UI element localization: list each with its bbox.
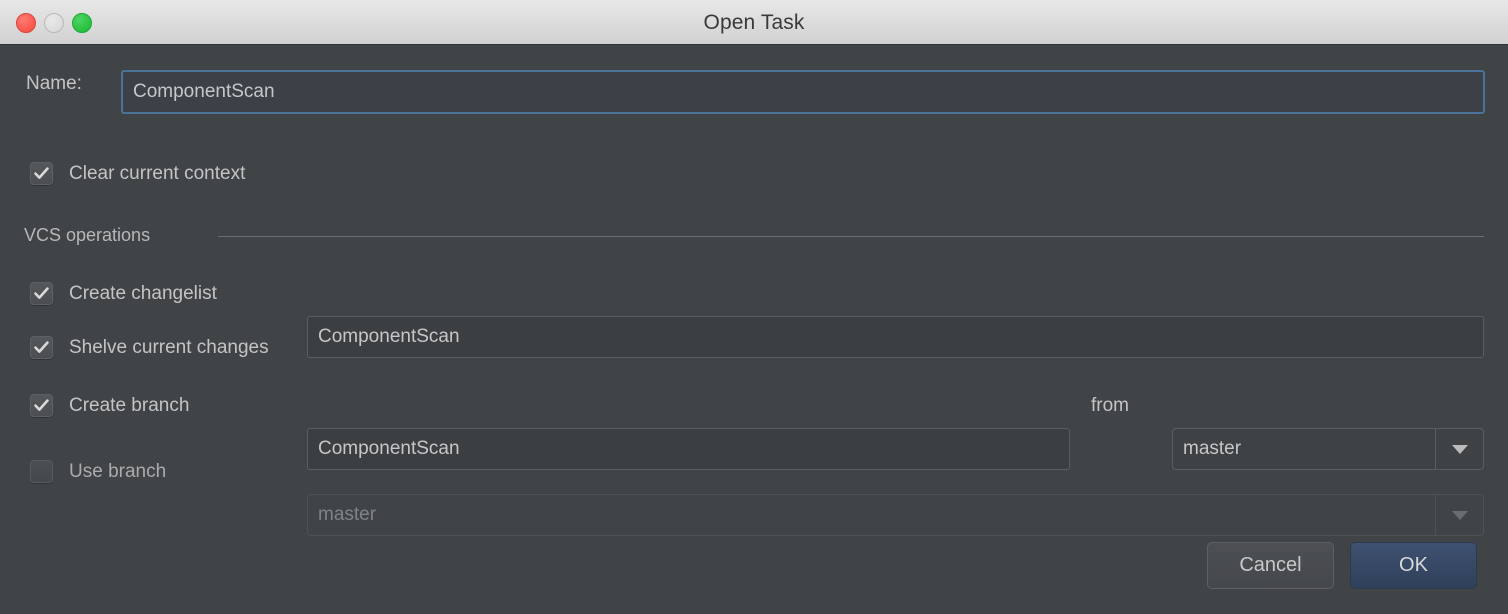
checkmark-icon xyxy=(34,399,49,411)
checkmark-icon xyxy=(34,167,49,179)
dialog-body: Name: ComponentScan Clear current contex… xyxy=(0,45,1508,614)
create-changelist-row[interactable]: Create changelist xyxy=(30,282,217,305)
chevron-down-icon[interactable] xyxy=(1435,429,1483,469)
name-input[interactable]: ComponentScan xyxy=(122,71,1484,113)
shelve-current-changes-label: Shelve current changes xyxy=(69,336,269,358)
zoom-window-icon[interactable] xyxy=(72,12,92,33)
vcs-operations-group-label: VCS operations xyxy=(24,225,151,245)
name-label-wrap: Name: xyxy=(26,73,82,95)
window-title: Open Task xyxy=(703,10,805,34)
create-branch-label: Create branch xyxy=(69,394,190,416)
use-branch-row[interactable]: Use branch xyxy=(30,460,166,483)
create-branch-checkbox[interactable] xyxy=(30,394,53,417)
from-label: from xyxy=(1091,395,1129,416)
from-branch-value: master xyxy=(1183,438,1242,459)
create-branch-row[interactable]: Create branch xyxy=(30,394,189,417)
create-changelist-checkbox[interactable] xyxy=(30,282,53,305)
name-label: Name: xyxy=(26,73,82,94)
ok-button[interactable]: OK xyxy=(1350,542,1477,589)
clear-current-context-checkbox[interactable] xyxy=(30,162,53,185)
shelve-current-changes-checkbox[interactable] xyxy=(30,336,53,359)
cancel-button[interactable]: Cancel xyxy=(1207,542,1334,589)
chevron-down-icon[interactable] xyxy=(1435,495,1483,535)
checkmark-icon xyxy=(34,287,49,299)
window-titlebar: Open Task xyxy=(0,0,1508,45)
clear-current-context-label: Clear current context xyxy=(69,162,246,184)
use-branch-value: master xyxy=(318,504,377,525)
clear-current-context-row[interactable]: Clear current context xyxy=(30,162,245,185)
shelve-current-changes-row[interactable]: Shelve current changes xyxy=(30,336,269,359)
from-branch-dropdown[interactable]: master xyxy=(1172,428,1484,470)
vcs-operations-group-label-wrap: VCS operations xyxy=(24,225,150,246)
close-window-icon[interactable] xyxy=(16,12,36,33)
vcs-operations-separator xyxy=(218,236,1484,237)
create-changelist-input[interactable]: ComponentScan xyxy=(307,316,1484,358)
name-input-value: ComponentScan xyxy=(133,81,275,102)
open-task-dialog: Open Task Name: ComponentScan Clear curr… xyxy=(0,0,1508,614)
create-changelist-input-value: ComponentScan xyxy=(318,326,460,347)
use-branch-checkbox[interactable] xyxy=(30,460,53,483)
create-changelist-label: Create changelist xyxy=(69,282,217,304)
minimize-window-icon[interactable] xyxy=(44,12,64,33)
ok-button-label: OK xyxy=(1399,554,1428,576)
use-branch-dropdown[interactable]: master xyxy=(307,494,1484,536)
create-branch-input-value: ComponentScan xyxy=(318,438,460,459)
cancel-button-label: Cancel xyxy=(1239,554,1302,576)
create-branch-input[interactable]: ComponentScan xyxy=(307,428,1070,470)
from-label-wrap: from xyxy=(1091,395,1129,417)
use-branch-label: Use branch xyxy=(69,460,167,482)
checkmark-icon xyxy=(34,341,49,353)
window-controls xyxy=(16,0,92,45)
